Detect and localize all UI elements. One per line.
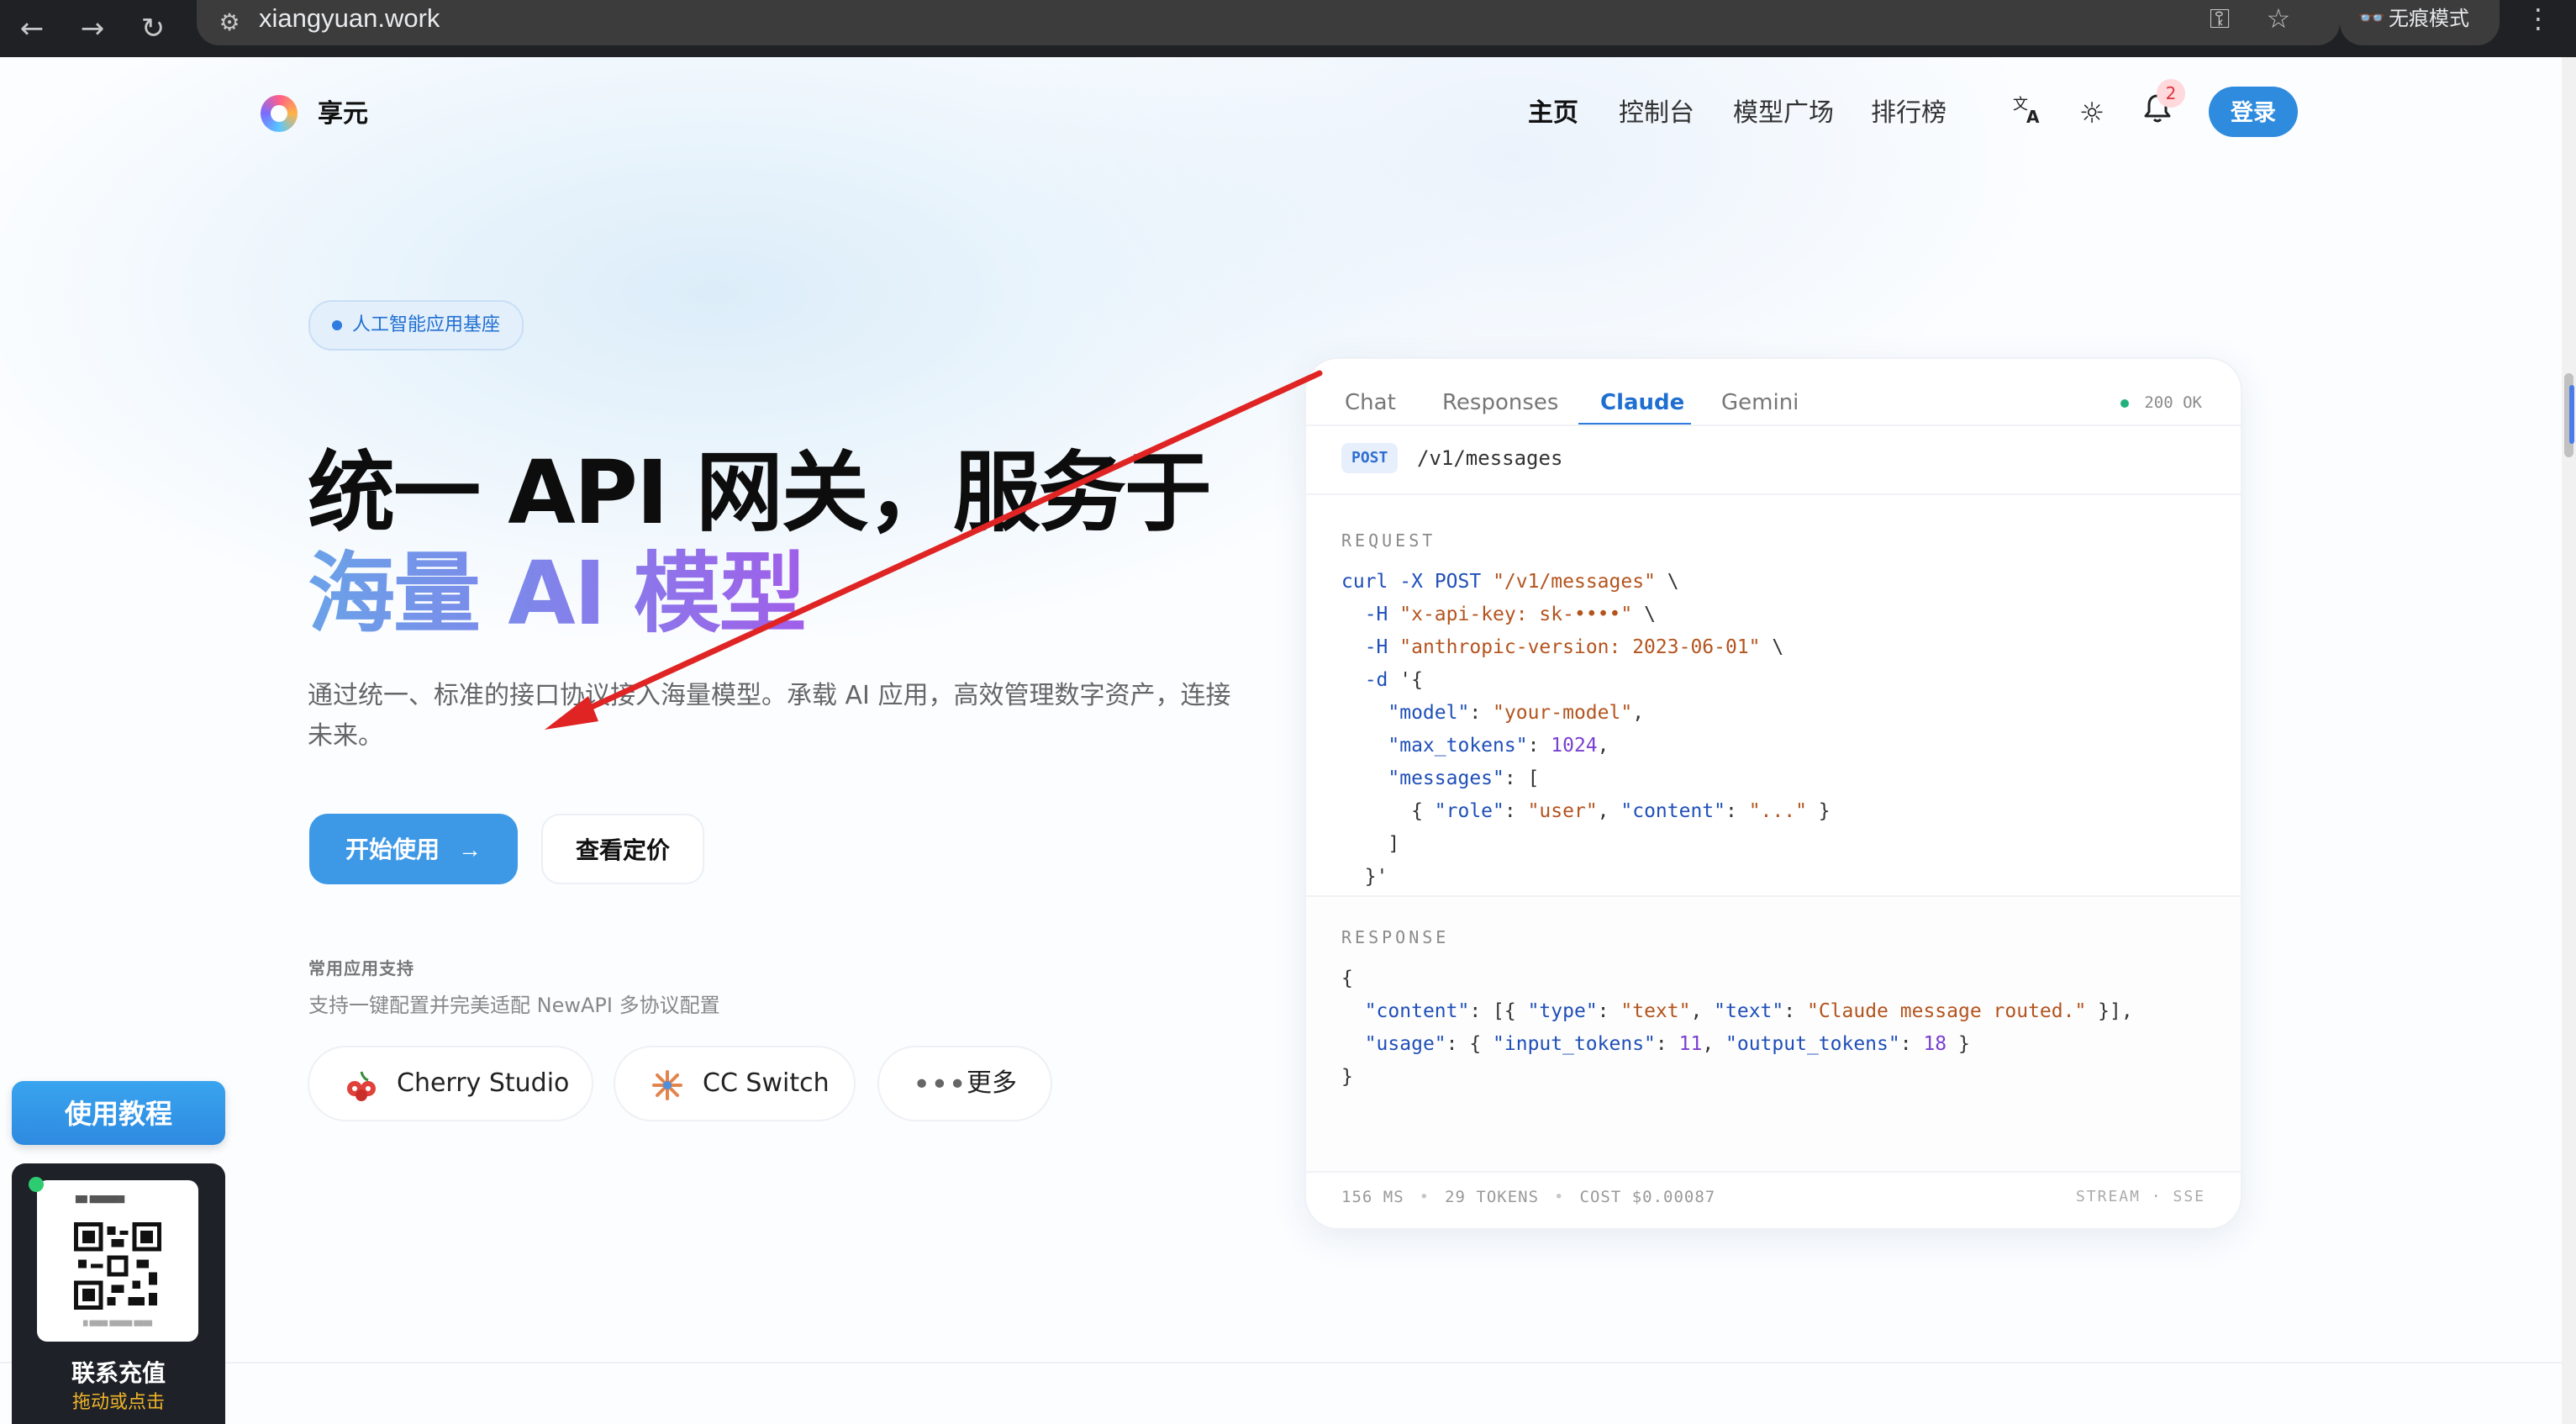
forward-icon[interactable]: → [67, 3, 118, 54]
app-chip-label: 更多 [967, 1068, 1017, 1098]
code-line: ] [1341, 833, 1400, 855]
cherry-icon [343, 1067, 380, 1104]
code-line: "usage": { "input_tokens": 11, "output_t… [1364, 1033, 1970, 1055]
cc-switch-icon-svg [652, 1070, 682, 1100]
page-scrollbar[interactable] [2562, 57, 2576, 1424]
tab-gemini[interactable]: Gemini [1721, 379, 1799, 426]
nav-leaderboard[interactable]: 排行榜 [1871, 94, 1946, 133]
back-icon[interactable]: ← [7, 3, 57, 54]
start-button[interactable]: 开始使用 → [309, 814, 518, 884]
status-indicator: 200 OK [2120, 379, 2202, 426]
hero-title-line2: 海量 AI 模型 [308, 542, 807, 645]
qr-caption: ▇▇ ▇▇▇▇▇▇ [76, 1195, 125, 1204]
reload-icon[interactable]: ↻ [128, 3, 178, 54]
logo-icon[interactable] [261, 95, 298, 132]
app-chip-more[interactable]: ••• 更多 [877, 1046, 1052, 1121]
translate-icon-svg: 文 A [2013, 96, 2040, 127]
http-method-badge: POST [1341, 443, 1399, 473]
code-line: }' [1341, 866, 1388, 888]
divider [1306, 425, 2241, 426]
url-text[interactable]: xiangyuan.work [259, 0, 440, 37]
app-chip-label: CC Switch [703, 1068, 830, 1098]
arrow-right-icon: → [458, 836, 482, 862]
incognito-label: 无痕模式 [2389, 7, 2469, 30]
brand-name[interactable]: 享元 [318, 96, 368, 133]
incognito-icon: 👓 [2357, 6, 2386, 31]
contact-title: 联系充值 [71, 1359, 166, 1387]
hero-title-line1: 统一 API 网关，服务于 [308, 441, 1212, 544]
key-icon[interactable]: ⚿ [2199, 0, 2241, 37]
apps-heading: 常用应用支持 [308, 958, 414, 978]
code-line: "max_tokens": 1024, [1388, 735, 1609, 757]
scroll-progress-indicator [2569, 385, 2574, 444]
translate-icon[interactable]: 文 A [2007, 92, 2049, 134]
divider [1306, 493, 2241, 495]
code-line: -d '{ [1364, 669, 1423, 691]
address-bar[interactable]: ⚙ xiangyuan.work ⚿ ☆ [197, 0, 2340, 45]
login-button[interactable]: 登录 [2209, 87, 2298, 137]
stat-separator: • [1419, 1188, 1430, 1206]
code-line: "messages": [ [1388, 767, 1540, 789]
code-line: } [1341, 1066, 1353, 1088]
tokens-stat: 29 TOKENS [1445, 1188, 1540, 1206]
latency-stat: 156 MS [1341, 1188, 1404, 1206]
apps-description: 支持一键配置并完美适配 NewAPI 多协议配置 [308, 994, 720, 1017]
code-line: "model": "your-model", [1388, 702, 1645, 724]
status-text: 200 OK [2144, 393, 2202, 412]
code-line: { [1341, 968, 1353, 989]
site-settings-icon[interactable]: ⚙ [212, 5, 247, 40]
cherry-icon-svg [347, 1071, 376, 1101]
request-label: REQUEST [1341, 530, 1436, 551]
page: 享元 主页 控制台 模型广场 排行榜 文 A ☼ 2 登录 人工智能应用基座 统… [0, 57, 2562, 1424]
hero-badge: 人工智能应用基座 [308, 300, 524, 351]
qr-footnote: ▇ ▇▇▇▇ ▇▇▇▇▇ ▇▇▇▇ [82, 1320, 153, 1326]
browser-toolbar: ← → ↻ ⚙ xiangyuan.work ⚿ ☆ 👓 无痕模式 ⋮ [0, 0, 2576, 57]
tab-chat[interactable]: Chat [1345, 379, 1396, 426]
notification-badge: 2 [2157, 79, 2185, 108]
code-line: { "role": "user", "content": "..." } [1341, 800, 1831, 822]
qr-code-icon [74, 1222, 161, 1310]
star-icon[interactable]: ☆ [2257, 0, 2299, 37]
start-button-label: 开始使用 [345, 836, 440, 862]
status-dot-icon [2120, 398, 2130, 408]
more-dots-icon: ••• [913, 1068, 967, 1102]
contact-subtitle: 拖动或点击 [71, 1392, 165, 1413]
divider [1306, 1171, 2241, 1173]
stream-mode: STREAM · SSE [2075, 1188, 2205, 1205]
app-chip-label: Cherry Studio [397, 1068, 570, 1098]
cost-stat: COST $0.00087 [1579, 1188, 1716, 1206]
code-line: curl -X POST "/v1/messages" \ [1341, 571, 1679, 593]
api-example-panel: Chat Responses Claude Gemini 200 OK POST… [1304, 357, 2242, 1230]
hero-description: 通过统一、标准的接口协议接入海量模型。承载 AI 应用，高效管理数字资产，连接未… [308, 681, 1231, 751]
nav-home[interactable]: 主页 [1528, 94, 1578, 133]
code-line: "content": [{ "type": "text", "text": "C… [1364, 1000, 2133, 1022]
endpoint-path: /v1/messages [1417, 446, 1563, 470]
incognito-indicator[interactable]: 👓 无痕模式 [2340, 0, 2500, 45]
tab-claude[interactable]: Claude [1600, 379, 1684, 426]
online-status-dot [29, 1177, 44, 1192]
tutorial-button[interactable]: 使用教程 [12, 1081, 225, 1145]
response-code-block: { "content": [{ "type": "text", "text": … [1341, 963, 2133, 1094]
contact-recharge-widget[interactable]: ▇▇ ▇▇▇▇▇▇ ▇ ▇▇▇▇ ▇▇▇▇▇ ▇▇▇▇ 联系充值 拖动或点击 [12, 1163, 225, 1424]
divider [1306, 895, 2241, 897]
section-divider [0, 1362, 2562, 1363]
code-line: -H "anthropic-version: 2023-06-01" \ [1364, 636, 1784, 658]
app-chip-cc-switch[interactable]: CC Switch [614, 1046, 856, 1121]
stat-separator: • [1554, 1188, 1565, 1206]
qr-code-card: ▇▇ ▇▇▇▇▇▇ ▇ ▇▇▇▇ ▇▇▇▇▇ ▇▇▇▇ [37, 1180, 198, 1342]
theme-sun-icon[interactable]: ☼ [2071, 92, 2113, 134]
request-stats: 156 MS • 29 TOKENS • COST $0.00087 [1341, 1188, 1715, 1206]
code-line: -H "x-api-key: sk-••••" \ [1364, 604, 1656, 625]
app-chip-cherry-studio[interactable]: Cherry Studio [308, 1046, 593, 1121]
cc-switch-icon [649, 1067, 686, 1104]
tab-responses[interactable]: Responses [1442, 379, 1558, 426]
kebab-menu-icon[interactable]: ⋮ [2521, 0, 2555, 37]
pricing-button[interactable]: 查看定价 [541, 814, 704, 884]
nav-console[interactable]: 控制台 [1619, 94, 1694, 133]
response-label: RESPONSE [1341, 927, 1450, 947]
nav-model-plaza[interactable]: 模型广场 [1733, 94, 1834, 133]
request-code-block: curl -X POST "/v1/messages" \ -H "x-api-… [1341, 566, 1831, 894]
svg-text:A: A [2026, 107, 2040, 126]
